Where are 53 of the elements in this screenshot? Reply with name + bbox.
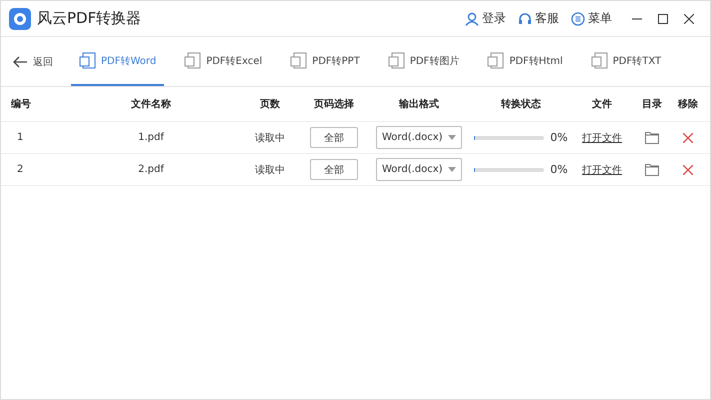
tab[interactable]: PDF转Word	[71, 37, 164, 86]
menu-button[interactable]: 菜单	[571, 10, 612, 27]
tab[interactable]: PDF转TXT	[582, 37, 670, 86]
format-dropdown[interactable]: Word(.docx)	[376, 126, 462, 149]
document-icon	[590, 52, 609, 70]
headset-button[interactable]: 客服	[518, 10, 559, 27]
progress-percent: 0%	[550, 131, 568, 144]
caret-icon	[448, 135, 456, 140]
progress-percent: 0%	[550, 163, 568, 176]
tab[interactable]: PDF转Excel	[176, 37, 270, 86]
back-button[interactable]: 返回	[1, 37, 65, 86]
remove-icon[interactable]	[683, 164, 693, 174]
tab[interactable]: PDF转PPT	[282, 37, 368, 86]
column-header: 页码选择	[313, 98, 355, 111]
column-header: 文件	[591, 98, 613, 111]
page-range-button[interactable]: 全部	[310, 127, 358, 148]
column-header: 转换状态	[500, 98, 542, 111]
column-header: 文件名称	[130, 98, 172, 111]
app-logo-icon	[9, 8, 31, 30]
folder-icon[interactable]	[645, 164, 659, 176]
table-cell-text: 1	[16, 132, 24, 143]
column-header: 移除	[676, 98, 699, 111]
table-cell-text: 2.pdf	[137, 164, 166, 175]
table-cell-text: 1.pdf	[137, 132, 166, 143]
open-file-link[interactable]: 打开文件	[582, 162, 622, 176]
table-cell-text: 读取中	[254, 164, 286, 176]
menu-icon	[571, 12, 585, 26]
document-icon	[79, 52, 97, 70]
table-cell-text: 2	[16, 164, 24, 175]
folder-icon[interactable]	[645, 132, 659, 144]
caret-icon	[448, 167, 456, 172]
window-title: 风云PDF转换器	[37, 9, 142, 28]
open-file-link[interactable]: 打开文件	[582, 130, 622, 144]
document-icon	[290, 52, 308, 70]
column-header: 输出格式	[398, 98, 440, 111]
document-icon	[388, 52, 406, 70]
column-header: 目录	[641, 98, 663, 111]
format-dropdown[interactable]: Word(.docx)	[376, 158, 462, 181]
headset-icon	[518, 12, 532, 26]
page-range-button[interactable]: 全部	[310, 159, 358, 180]
table-cell-text: 读取中	[254, 132, 286, 144]
document-icon	[487, 52, 506, 70]
column-header: 编号	[10, 98, 32, 111]
user-icon	[465, 12, 479, 26]
user-button[interactable]: 登录	[465, 10, 506, 27]
column-header: 页数	[259, 98, 281, 111]
remove-icon[interactable]	[683, 132, 693, 142]
document-icon	[184, 52, 202, 70]
tab[interactable]: PDF转图片	[380, 37, 468, 86]
tab[interactable]: PDF转Html	[479, 37, 571, 86]
back-arrow-icon	[13, 56, 27, 68]
maximize-icon[interactable]	[658, 14, 668, 24]
close-icon[interactable]	[684, 14, 694, 24]
